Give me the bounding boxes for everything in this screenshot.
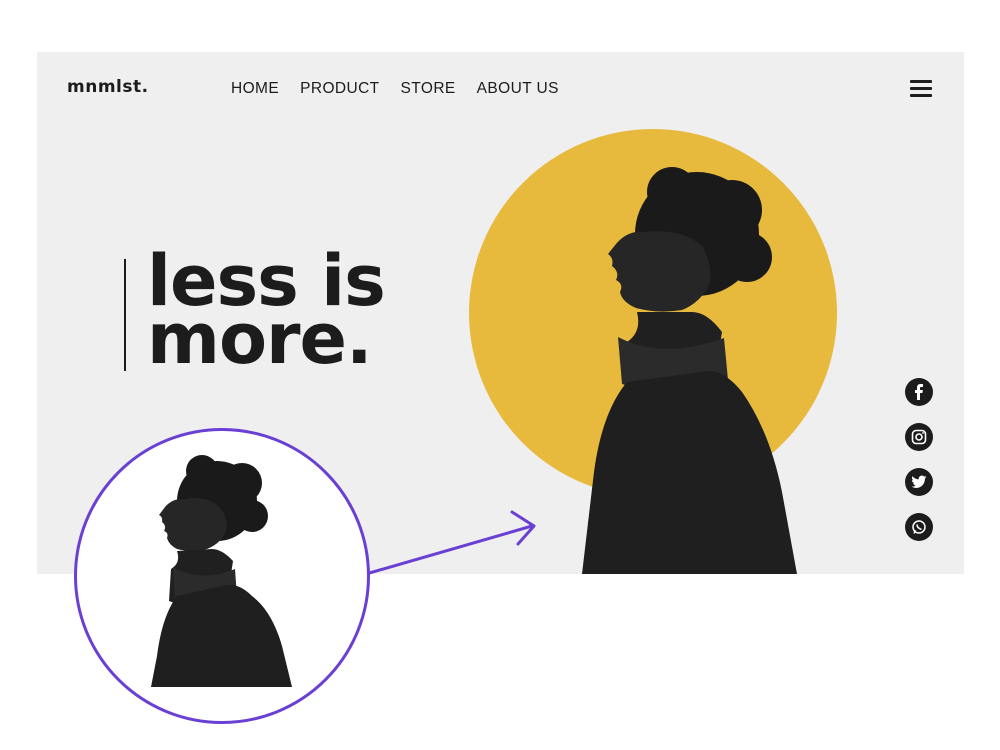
zoom-person-image: [151, 455, 292, 687]
zoom-callout: [74, 428, 370, 724]
